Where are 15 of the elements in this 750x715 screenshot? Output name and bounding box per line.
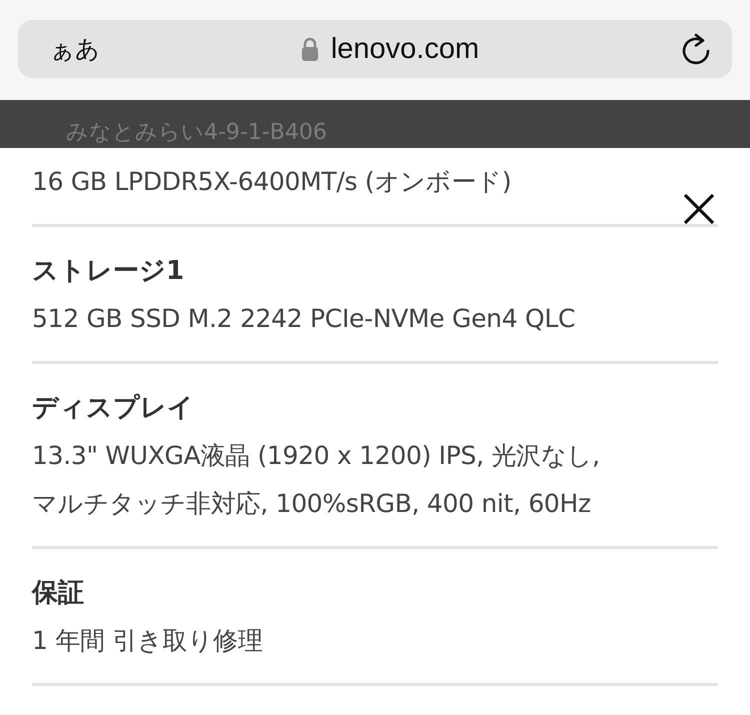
spec-value: 13.3" WUXGA液晶 (1920 x 1200) IPS, 光沢なし,	[32, 440, 601, 472]
url-text: lenovo.com	[330, 32, 480, 66]
spec-label: ストレージ1	[32, 255, 186, 288]
spec-value: 16 GB LPDDR5X-6400MT/s (オンボード)	[32, 166, 512, 198]
spec-label: 保証	[32, 577, 85, 610]
spec-value: マルチタッチ非対応, 100%sRGB, 400 nit, 60Hz	[32, 488, 592, 520]
lock-icon	[300, 37, 319, 61]
spec-value: 1 年間 引き取り修理	[32, 625, 264, 657]
reload-icon[interactable]	[680, 32, 712, 66]
spec-label: ディスプレイ	[32, 392, 195, 425]
close-button[interactable]	[682, 192, 716, 226]
spec-value: 512 GB SSD M.2 2242 PCIe-NVMe Gen4 QLC	[32, 303, 576, 335]
address-text: みなとみらい4-9-1-B406	[66, 120, 327, 147]
text-size-button[interactable]: ぁあ	[50, 33, 100, 65]
address-bar[interactable]: ぁあ lenovo.com	[18, 20, 732, 78]
